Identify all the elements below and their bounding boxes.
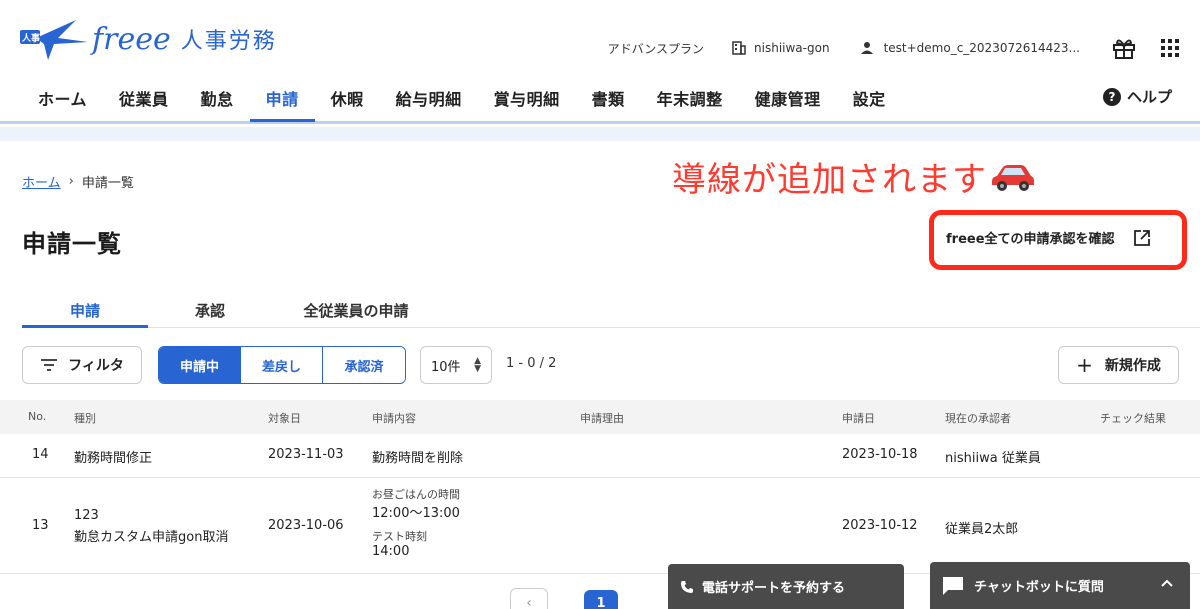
col-header-target-date: 対象日	[268, 412, 301, 425]
col-header-check: チェック結果	[1100, 412, 1166, 425]
col-header-no: No.	[28, 410, 47, 423]
cell-approver: nishiiwa 従業員	[945, 451, 1041, 466]
new-request-label: 新規作成	[1104, 358, 1161, 374]
phone-icon	[681, 580, 693, 593]
nav-item-leave[interactable]: 休暇	[315, 80, 380, 122]
status-approved-button[interactable]: 承認済	[323, 347, 405, 383]
per-page-value: 10件	[431, 359, 461, 375]
chatbot-label: チャットボットに質問	[974, 580, 1104, 595]
page-title: 申請一覧	[22, 230, 122, 258]
filter-label: フィルタ	[68, 358, 124, 374]
tab-my-requests[interactable]: 申請	[22, 294, 148, 328]
nav-item-payslips[interactable]: 給与明細	[380, 80, 478, 122]
app-grid-icon[interactable]	[1160, 38, 1180, 58]
select-arrows-icon: ▲ ▼	[474, 356, 481, 374]
cell-no: 13	[32, 518, 49, 533]
cell-content: 勤務時間を削除	[372, 451, 464, 466]
status-returned-button[interactable]: 差戻し	[241, 347, 323, 383]
logo-text: freee	[92, 21, 171, 57]
cell-target-date: 2023-11-03	[268, 447, 344, 462]
freee-logo[interactable]: 人事 freee 人事労務	[18, 16, 277, 62]
cell-content-label: テスト時刻	[372, 530, 427, 543]
chatbot-button[interactable]: チャットボットに質問	[930, 562, 1190, 609]
annotation-callout: 導線が追加されます	[672, 152, 1035, 201]
col-header-content: 申請内容	[372, 412, 416, 425]
chat-bubble-icon	[943, 576, 963, 595]
phone-support-label: 電話サポートを予約する	[702, 581, 846, 596]
status-pending-button[interactable]: 申請中	[159, 347, 241, 383]
user-icon	[860, 42, 873, 54]
cell-type-line1: 123	[74, 508, 99, 523]
chevron-up-icon	[1161, 579, 1173, 587]
new-request-button[interactable]: + 新規作成	[1058, 346, 1179, 384]
tab-approvals[interactable]: 承認	[148, 294, 272, 328]
red-car-icon	[992, 164, 1034, 191]
phone-support-button[interactable]: 電話サポートを予約する	[668, 564, 904, 609]
chevron-right-icon: ›	[68, 174, 74, 189]
pagination-page-current[interactable]: 1	[584, 590, 618, 609]
logo-product-name: 人事労務	[180, 29, 277, 54]
breadcrumb-home-link[interactable]: ホーム	[22, 172, 61, 191]
cell-type: 勤務時間修正	[74, 451, 153, 466]
confirm-all-approvals-button[interactable]: freee全ての申請承認を確認	[946, 228, 1151, 247]
nav-item-bonus-slips[interactable]: 賞与明細	[478, 80, 576, 122]
plus-icon: +	[1076, 353, 1093, 377]
col-header-reason: 申請理由	[580, 412, 624, 425]
per-page-select[interactable]: 10件 ▲ ▼	[420, 346, 492, 384]
confirm-all-approvals-label: freee全ての申請承認を確認	[946, 232, 1115, 247]
status-segmented-control: 申請中 差戻し 承認済	[158, 346, 406, 384]
company-name: nishiiwa-gon	[754, 41, 830, 55]
filter-button[interactable]: フィルタ	[22, 346, 142, 384]
request-tabs: 申請 承認 全従業員の申請	[22, 294, 1200, 328]
cell-content-value: 14:00	[372, 544, 410, 559]
help-icon: ?	[1102, 87, 1121, 106]
main-nav: ホーム 従業員 勤怠 申請 休暇 給与明細 賞与明細 書類 年末調整 健康管理 …	[22, 80, 902, 122]
cell-target-date: 2023-10-06	[268, 518, 344, 533]
breadcrumb-current: 申請一覧	[81, 176, 134, 191]
external-link-icon	[1133, 229, 1150, 246]
nav-item-employees[interactable]: 従業員	[103, 80, 185, 122]
nav-item-settings[interactable]: 設定	[837, 80, 902, 122]
nav-item-documents[interactable]: 書類	[576, 80, 641, 122]
table-row[interactable]: 13 123 勤怠カスタム申請gon取消 2023-10-06 お昼ごはんの時間…	[0, 478, 1200, 574]
app-header: 人事 freee 人事労務 アドバンスプラン nishiiwa-gon test…	[0, 0, 1200, 124]
cell-type-line2: 勤怠カスタム申請gon取消	[74, 530, 229, 545]
gift-icon[interactable]	[1112, 37, 1136, 59]
col-header-type: 種別	[74, 412, 96, 425]
table-row[interactable]: 14 勤務時間修正 2023-11-03 勤務時間を削除 2023-10-18 …	[0, 434, 1200, 478]
building-icon	[732, 41, 746, 55]
table-header: No. 種別 対象日 申請内容 申請理由 申請日 現在の承認者 チェック結果	[0, 400, 1200, 434]
cell-no: 14	[32, 447, 49, 462]
annotation-text: 導線が追加されます	[672, 160, 987, 200]
plan-label: アドバンスプラン	[607, 41, 705, 56]
nav-item-home[interactable]: ホーム	[22, 80, 103, 122]
cell-content-label: お昼ごはんの時間	[372, 488, 460, 501]
breadcrumb: ホーム › 申請一覧	[22, 172, 134, 191]
cell-applied-date: 2023-10-18	[842, 447, 918, 462]
cell-content-value: 12:00〜13:00	[372, 506, 460, 521]
col-header-applied-date: 申請日	[842, 412, 875, 425]
user-email: test+demo_c_2023072614423...	[883, 41, 1080, 55]
user-menu[interactable]: test+demo_c_2023072614423...	[860, 41, 1080, 55]
help-label: ヘルプ	[1126, 88, 1172, 106]
tab-all-employee-requests[interactable]: 全従業員の申請	[272, 294, 440, 328]
header-divider-band	[0, 127, 1200, 141]
logo-badge-text: 人事	[22, 34, 41, 44]
cell-approver: 従業員2太郎	[945, 522, 1019, 537]
nav-item-attendance[interactable]: 勤怠	[185, 80, 250, 122]
help-link[interactable]: ? ヘルプ	[1102, 86, 1172, 107]
filter-icon	[41, 359, 58, 371]
cell-applied-date: 2023-10-12	[842, 518, 918, 533]
pagination-prev-button[interactable]: ‹	[510, 588, 548, 609]
nav-item-requests[interactable]: 申請	[249, 80, 315, 122]
nav-item-health[interactable]: 健康管理	[739, 80, 837, 122]
result-range: 1 - 0 / 2	[506, 356, 557, 371]
header-account-bar: アドバンスプラン nishiiwa-gon test+demo_c_202307…	[608, 36, 1200, 60]
company-switcher[interactable]: nishiiwa-gon	[732, 41, 830, 55]
nav-item-year-end[interactable]: 年末調整	[641, 80, 739, 122]
col-header-approver: 現在の承認者	[945, 412, 1011, 425]
